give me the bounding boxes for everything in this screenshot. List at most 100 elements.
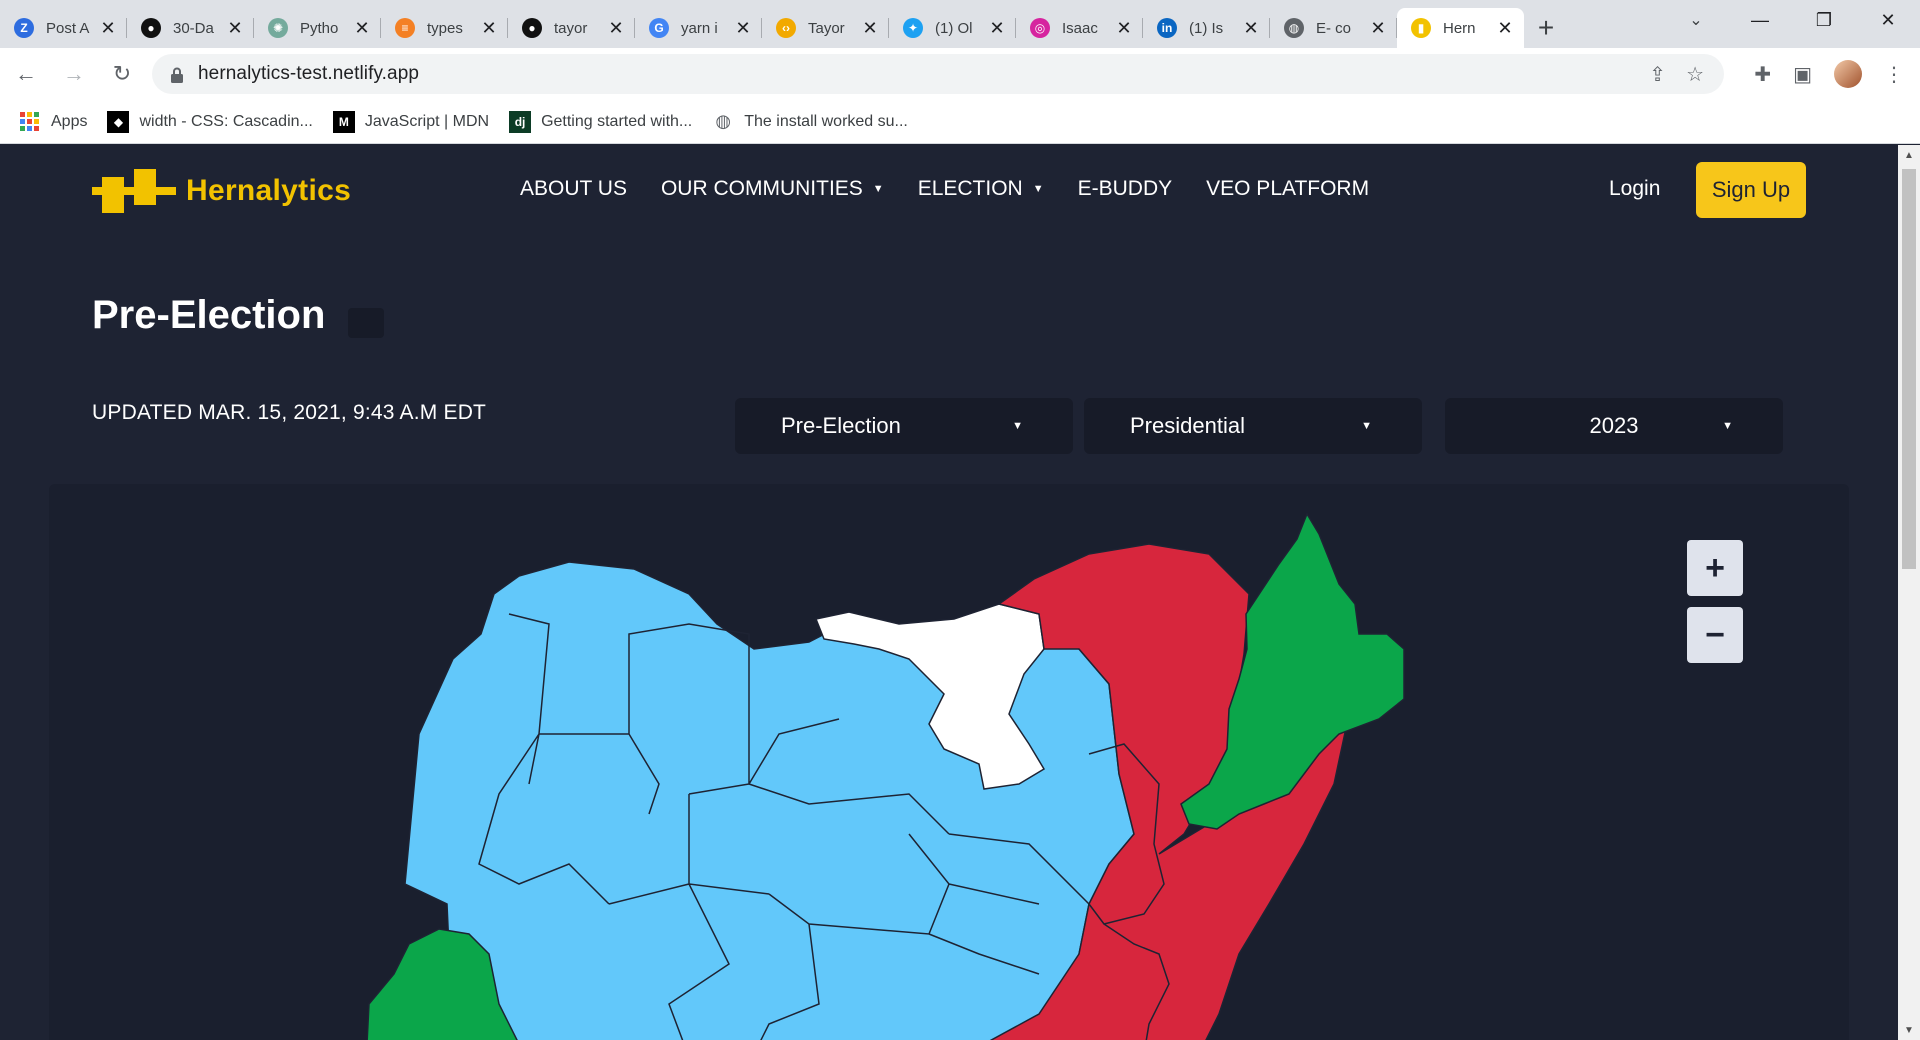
share-icon[interactable]: ⇪ bbox=[1649, 62, 1666, 87]
close-tab-icon[interactable]: ✕ bbox=[861, 18, 879, 39]
hernalytics-logo-icon bbox=[92, 169, 176, 213]
login-link[interactable]: Login bbox=[1609, 177, 1660, 201]
close-tab-icon[interactable]: ✕ bbox=[99, 18, 117, 39]
scroll-up-icon[interactable]: ▲ bbox=[1898, 145, 1920, 165]
bookmark-label: width - CSS: Cascadin... bbox=[139, 112, 313, 130]
bookmark-label: Getting started with... bbox=[541, 112, 693, 130]
tab-title: Isaac bbox=[1062, 19, 1098, 37]
main-navigation: ABOUT US OUR COMMUNITIES ▼ ELECTION ▼ E-BU… bbox=[520, 177, 1369, 201]
openai-icon: ✺ bbox=[268, 18, 288, 38]
close-tab-icon[interactable]: ✕ bbox=[988, 18, 1006, 39]
mdn-icon: M bbox=[332, 110, 355, 133]
browser-tab[interactable]: ‹› Tayor ✕ bbox=[762, 8, 889, 48]
browser-tab[interactable]: ◎ Isaac ✕ bbox=[1016, 8, 1143, 48]
back-icon[interactable]: ← bbox=[4, 52, 48, 96]
close-tab-icon[interactable]: ✕ bbox=[353, 18, 371, 39]
close-tab-icon[interactable]: ✕ bbox=[226, 18, 244, 39]
zoom-out-button[interactable]: − bbox=[1687, 607, 1743, 663]
caret-down-icon: ▼ bbox=[1012, 420, 1023, 432]
instagram-icon: ◎ bbox=[1030, 18, 1050, 38]
nav-label: VEO PLATFORM bbox=[1206, 177, 1370, 200]
nav-label: OUR COMMUNITIES bbox=[660, 177, 863, 200]
tab-title: types bbox=[427, 19, 463, 37]
bookmark-label: JavaScript | MDN bbox=[364, 112, 490, 130]
bookmark-apps[interactable]: Apps bbox=[20, 112, 87, 131]
browser-tab[interactable]: ≡ types ✕ bbox=[381, 8, 508, 48]
globe-icon: ◍ bbox=[715, 111, 732, 131]
browser-tab[interactable]: ◍ E- co ✕ bbox=[1270, 8, 1397, 48]
election-category-select[interactable]: Presidential ▼ bbox=[1084, 398, 1422, 454]
django-icon: dj bbox=[509, 110, 532, 133]
select-value: Presidential bbox=[1130, 413, 1245, 438]
apps-grid-icon bbox=[20, 112, 39, 131]
nav-our-communities[interactable]: OUR COMMUNITIES ▼ bbox=[661, 177, 884, 201]
tab-title: Hern bbox=[1443, 19, 1476, 37]
browser-tab[interactable]: ▮ Hern ✕ bbox=[1397, 8, 1524, 48]
browser-tab[interactable]: ● tayor ✕ bbox=[508, 8, 635, 48]
nigeria-election-map[interactable] bbox=[49, 484, 1849, 1040]
tab-title: 30-Da bbox=[173, 19, 214, 37]
bookmark-css-width[interactable]: ◆ width - CSS: Cascadin... bbox=[107, 110, 313, 133]
browser-tab[interactable]: in (1) Is ✕ bbox=[1143, 8, 1270, 48]
close-window-icon[interactable]: ✕ bbox=[1856, 0, 1920, 40]
zoom-in-button[interactable]: + bbox=[1687, 540, 1743, 596]
bookmark-star-icon[interactable]: ☆ bbox=[1686, 62, 1704, 87]
tab-title: yarn i bbox=[681, 19, 718, 37]
site-logo[interactable]: Hernalytics bbox=[92, 169, 351, 213]
page-scrollbar[interactable]: ▲ ▼ bbox=[1898, 145, 1920, 1040]
browser-tab[interactable]: ● 30-Da ✕ bbox=[127, 8, 254, 48]
bookmark-label: The install worked su... bbox=[744, 112, 908, 130]
election-type-select[interactable]: Pre-Election ▼ bbox=[735, 398, 1073, 454]
scrollbar-thumb[interactable] bbox=[1902, 169, 1916, 569]
bookmark-install-worked[interactable]: ◍ The install worked su... bbox=[712, 111, 908, 133]
minimize-icon[interactable]: — bbox=[1728, 0, 1792, 40]
close-tab-icon[interactable]: ✕ bbox=[1369, 18, 1387, 39]
close-tab-icon[interactable]: ✕ bbox=[1496, 18, 1514, 39]
nav-label: ABOUT US bbox=[520, 177, 627, 200]
new-tab-icon[interactable]: + bbox=[1524, 8, 1568, 48]
scroll-down-icon[interactable]: ▼ bbox=[1898, 1020, 1920, 1040]
window-controls: — ❐ ✕ bbox=[1728, 0, 1920, 40]
election-year-select[interactable]: 2023 ▼ bbox=[1445, 398, 1783, 454]
browser-tab[interactable]: Gyarn i ✕ bbox=[635, 8, 762, 48]
close-tab-icon[interactable]: ✕ bbox=[1115, 18, 1133, 39]
github-icon: ● bbox=[522, 18, 542, 38]
browser-tab[interactable]: ✺ Pytho ✕ bbox=[254, 8, 381, 48]
forward-icon[interactable]: → bbox=[52, 52, 96, 96]
nav-election[interactable]: ELECTION ▼ bbox=[918, 177, 1044, 201]
browser-tab[interactable]: ✦ (1) Ol ✕ bbox=[889, 8, 1016, 48]
reload-icon[interactable]: ↻ bbox=[100, 52, 144, 96]
github-icon: ● bbox=[141, 18, 161, 38]
tab-title: Post A bbox=[46, 19, 90, 37]
caret-down-icon: ▼ bbox=[872, 183, 884, 195]
profile-avatar[interactable] bbox=[1834, 60, 1862, 88]
nav-e-buddy[interactable]: E-BUDDY bbox=[1078, 177, 1173, 201]
signup-button[interactable]: Sign Up bbox=[1696, 162, 1806, 218]
close-tab-icon[interactable]: ✕ bbox=[1242, 18, 1260, 39]
select-value: Pre-Election bbox=[781, 413, 901, 438]
nav-about-us[interactable]: ABOUT US bbox=[520, 177, 627, 201]
updated-timestamp: UPDATED MAR. 15, 2021, 9:43 A.M EDT bbox=[92, 401, 487, 424]
web-page: Hernalytics ABOUT US OUR COMMUNITIES ▼ EL… bbox=[0, 145, 1898, 1040]
bookmark-javascript-mdn[interactable]: M JavaScript | MDN bbox=[332, 110, 490, 133]
extensions-icon[interactable]: ✚ bbox=[1754, 62, 1771, 87]
tab-search-icon[interactable]: ⌄ bbox=[1676, 0, 1716, 40]
browser-tab[interactable]: Z Post A ✕ bbox=[0, 8, 127, 48]
page-title: Pre-Election bbox=[92, 293, 326, 337]
close-tab-icon[interactable]: ✕ bbox=[480, 18, 498, 39]
side-panel-icon[interactable]: ▣ bbox=[1793, 62, 1812, 87]
close-tab-icon[interactable]: ✕ bbox=[734, 18, 752, 39]
close-tab-icon[interactable]: ✕ bbox=[607, 18, 625, 39]
code-icon: ‹› bbox=[776, 18, 796, 38]
restore-icon[interactable]: ❐ bbox=[1792, 0, 1856, 40]
linkedin-icon: in bbox=[1157, 18, 1177, 38]
nav-veo-platform[interactable]: VEO PLATFORM bbox=[1206, 177, 1369, 201]
mdn-icon: ◆ bbox=[107, 110, 130, 133]
menu-kebab-icon[interactable]: ⋮ bbox=[1884, 62, 1904, 87]
bookmark-django-getting-started[interactable]: dj Getting started with... bbox=[509, 110, 693, 133]
caret-down-icon: ▼ bbox=[1032, 183, 1044, 195]
browser-toolbar: ← → ↻ hernalytics-test.netlify.app ⇪ ☆ ✚… bbox=[0, 48, 1920, 100]
address-bar[interactable]: hernalytics-test.netlify.app ⇪ ☆ bbox=[152, 54, 1724, 94]
tab-title: E- co bbox=[1316, 19, 1352, 37]
tab-title: Tayor bbox=[808, 19, 845, 37]
